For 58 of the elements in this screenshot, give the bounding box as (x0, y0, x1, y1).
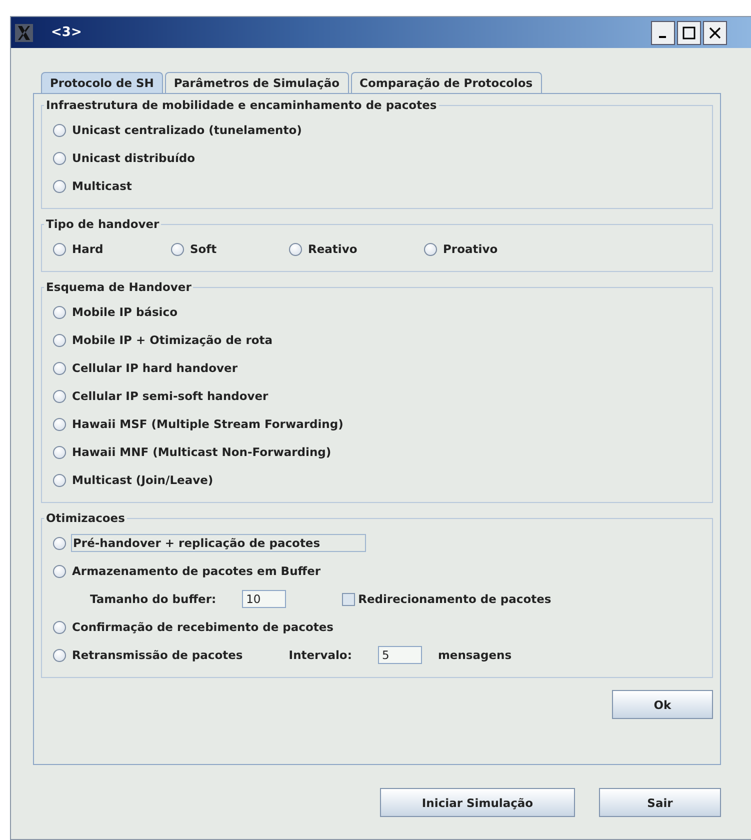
radio-option[interactable]: Unicast centralizado (tunelamento) (52, 121, 303, 139)
radio-button[interactable] (53, 620, 66, 634)
radio-option[interactable]: Multicast (Join/Leave) (52, 471, 214, 489)
radio-option[interactable]: Hawaii MSF (Multiple Stream Forwarding) (52, 415, 344, 433)
radio-option[interactable]: Mobile IP básico (52, 303, 178, 321)
radio-button[interactable] (53, 474, 66, 486)
radio-button[interactable] (53, 446, 66, 458)
tab[interactable]: Parâmetros de Simulação (164, 72, 349, 93)
radio-button[interactable] (171, 242, 184, 256)
radio-button[interactable] (424, 242, 437, 256)
radio-option[interactable]: Hawaii MNF (Multicast Non-Forwarding) (52, 443, 332, 461)
radio-button[interactable] (53, 536, 66, 550)
radio-option[interactable]: Proativo (423, 240, 499, 258)
field-label: Tamanho do buffer: (90, 592, 216, 606)
radio-option[interactable]: Reativo (288, 240, 358, 258)
unit-label: mensagens (438, 648, 512, 662)
group-title: Tipo de handover (45, 217, 160, 231)
checkbox[interactable] (342, 592, 356, 606)
dialog-button[interactable]: Iniciar Simulação (380, 788, 575, 817)
radio-button[interactable] (53, 334, 66, 346)
radio-button[interactable] (53, 648, 66, 662)
dialog-button[interactable]: Sair (599, 788, 721, 817)
buffer-size-field[interactable]: 10 (242, 590, 286, 608)
radio-option[interactable]: Cellular IP hard handover (52, 359, 238, 377)
radio-option[interactable]: Multicast (52, 177, 133, 195)
group-title: Esquema de Handover (45, 280, 192, 294)
radio-option[interactable]: Armazenamento de pacotes em Buffer (52, 562, 322, 580)
field-label: Intervalo: (288, 648, 352, 662)
radio-option[interactable]: Unicast distribuído (52, 149, 196, 167)
radio-button[interactable] (53, 418, 66, 430)
interval-field[interactable]: 5 (378, 646, 422, 664)
radio-button[interactable] (53, 124, 66, 136)
checkbox-option[interactable]: Redirecionamento de pacotes (342, 592, 552, 606)
minimize-icon[interactable] (651, 20, 675, 44)
radio-button[interactable] (289, 242, 302, 256)
radio-option[interactable]: Retransmissão de pacotes (52, 646, 244, 664)
radio-option[interactable]: Pré-handover + replicação de pacotes (52, 533, 366, 553)
radio-button[interactable] (53, 564, 66, 578)
radio-button[interactable] (53, 390, 66, 402)
group-title: Otimizacoes (45, 511, 126, 525)
radio-option[interactable]: Confirmação de recebimento de pacotes (52, 618, 335, 636)
close-icon[interactable] (703, 20, 727, 44)
x-logo-icon (15, 24, 33, 42)
radio-option[interactable]: Cellular IP semi-soft handover (52, 387, 270, 405)
radio-option[interactable]: Soft (170, 240, 218, 258)
radio-option[interactable]: Hard (52, 240, 104, 258)
radio-button[interactable] (53, 180, 66, 192)
radio-button[interactable] (53, 306, 66, 318)
tab[interactable]: Comparação de Protocolos (350, 72, 542, 93)
maximize-icon[interactable] (677, 20, 701, 44)
ok-button[interactable]: Ok (612, 690, 713, 719)
tab[interactable]: Protocolo de SH (41, 72, 163, 93)
radio-button[interactable] (53, 242, 66, 256)
group-title: Infraestrutura de mobilidade e encaminhamento de pacotes (45, 98, 438, 112)
window-title: <3> (51, 25, 82, 40)
radio-button[interactable] (53, 362, 66, 374)
radio-button[interactable] (53, 152, 66, 164)
radio-option[interactable]: Mobile IP + Otimização de rota (52, 331, 274, 349)
